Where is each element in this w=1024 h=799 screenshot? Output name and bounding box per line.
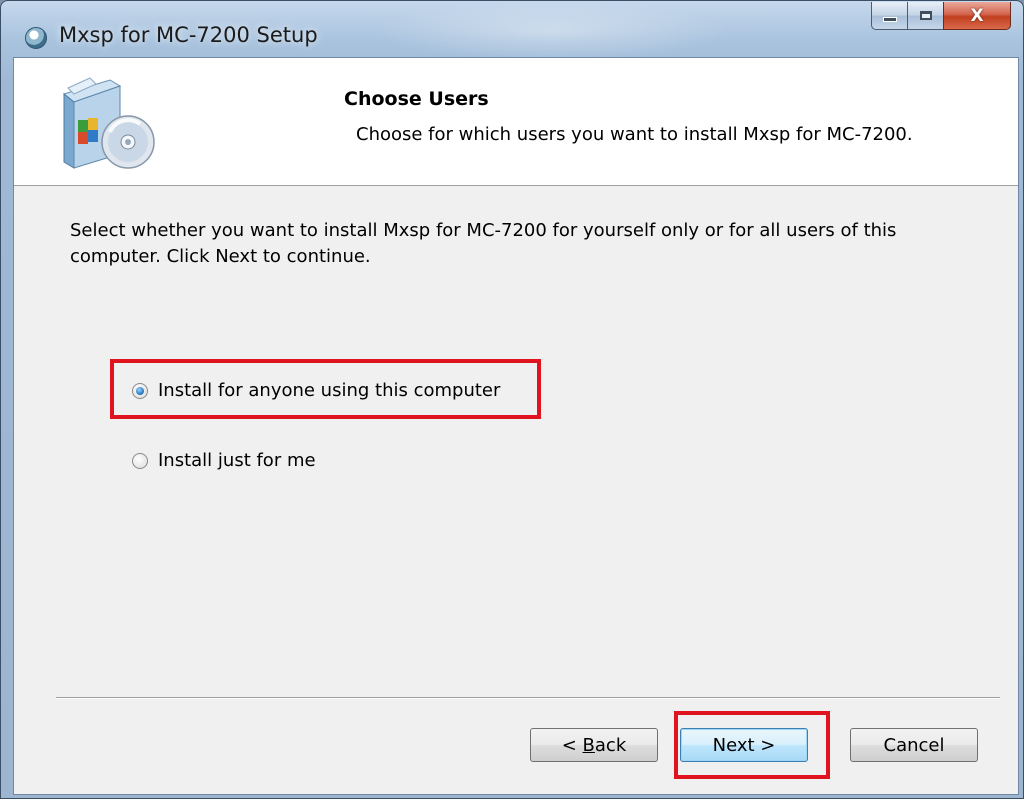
back-button[interactable]: < Back xyxy=(530,728,658,762)
app-icon[interactable] xyxy=(25,27,47,49)
maximize-icon xyxy=(919,11,932,20)
radio-just-me[interactable] xyxy=(132,452,148,469)
page-subtitle: Choose for which users you want to insta… xyxy=(356,124,913,145)
title-bar[interactable]: Mxsp for MC-7200 Setup X xyxy=(1,1,1023,57)
wizard-header: Choose Users Choose for which users you … xyxy=(14,58,1018,186)
window-controls: X xyxy=(871,2,1011,31)
option-just-me-label[interactable]: Install just for me xyxy=(158,450,316,471)
window-title: Mxsp for MC-7200 Setup xyxy=(59,23,318,47)
setup-window: Mxsp for MC-7200 Setup X Choose Users Ch… xyxy=(0,0,1024,799)
radio-all-users[interactable] xyxy=(132,382,148,399)
back-rest: ack xyxy=(594,734,627,756)
software-box-cd-icon xyxy=(62,77,155,169)
back-button-label: < Back xyxy=(562,735,627,756)
minimize-button[interactable] xyxy=(871,2,907,30)
page-title: Choose Users xyxy=(344,88,489,110)
back-prefix: < xyxy=(561,734,583,756)
option-all-users-label[interactable]: Install for anyone using this computer xyxy=(158,380,500,401)
instructions-text: Select whether you want to install Mxsp … xyxy=(70,220,897,267)
minimize-icon xyxy=(882,17,897,22)
next-button[interactable]: Next > xyxy=(680,728,808,762)
close-icon: X xyxy=(970,5,984,26)
maximize-button[interactable] xyxy=(907,2,943,30)
cancel-button[interactable]: Cancel xyxy=(850,728,978,762)
dialog-client-area: Choose Users Choose for which users you … xyxy=(13,57,1019,795)
option-just-me[interactable]: Install just for me xyxy=(132,450,316,471)
option-all-users[interactable]: Install for anyone using this computer xyxy=(132,380,500,401)
close-button[interactable]: X xyxy=(943,2,1011,30)
back-accelerator: B xyxy=(582,734,595,756)
footer-divider xyxy=(56,697,1000,699)
